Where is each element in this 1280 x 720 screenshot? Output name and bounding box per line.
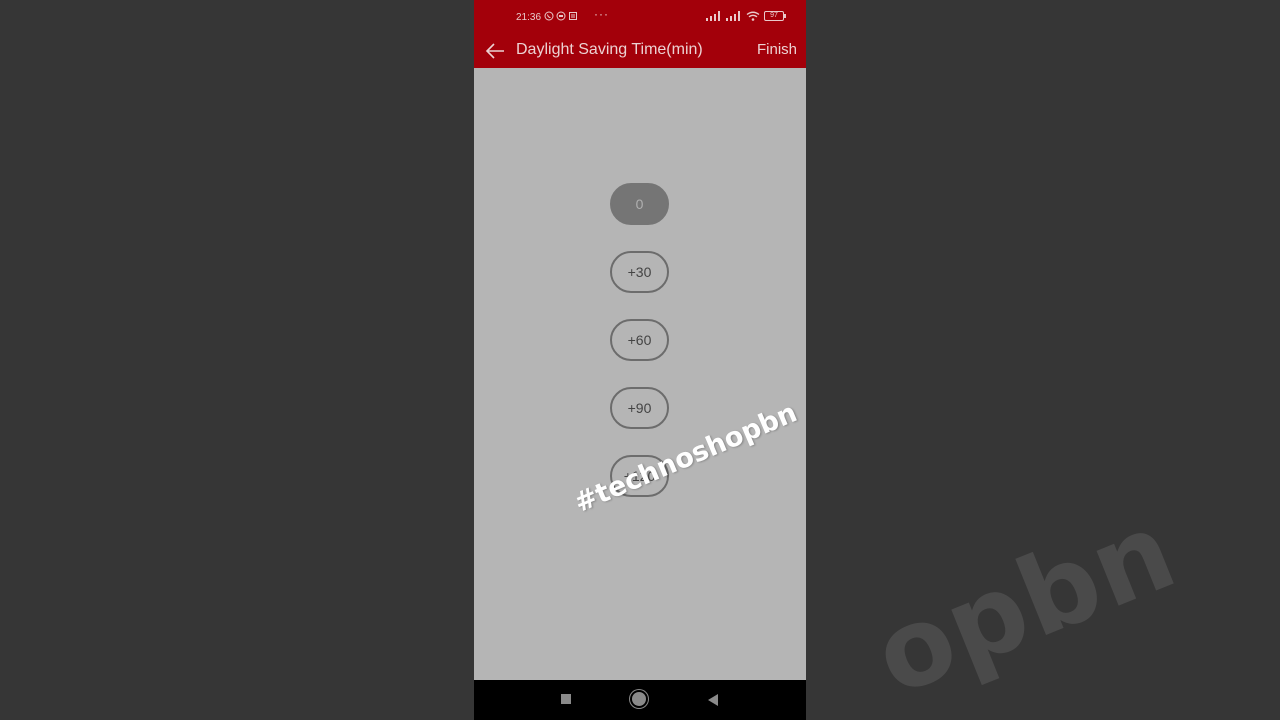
page-title: Daylight Saving Time(min) (516, 41, 703, 58)
option-0[interactable]: 0 (610, 183, 669, 225)
viber-icon (544, 11, 554, 21)
signal-icon (706, 11, 720, 21)
background-watermark: opbn (858, 488, 1193, 720)
watermark-overlay: #technoshopbn (569, 397, 802, 519)
back-triangle-icon[interactable] (708, 694, 718, 706)
finish-button[interactable]: Finish (757, 41, 797, 58)
status-bar: 21:36 ··· 97 (474, 0, 806, 36)
home-circle-icon[interactable] (632, 692, 646, 706)
app-notification-icon (556, 11, 566, 21)
signal-icon (726, 11, 740, 21)
app-bar: Daylight Saving Time(min) Finish (474, 36, 806, 68)
status-time: 21:36 (516, 12, 542, 23)
more-notifications-icon: ··· (594, 7, 609, 21)
status-indicators: 97 (706, 11, 786, 21)
option-plus-60[interactable]: +60 (610, 319, 669, 361)
phone-screen: 21:36 ··· 97 Daylight Saving Time(min) F… (474, 0, 806, 720)
recents-square-icon[interactable] (561, 694, 571, 704)
system-nav-bar (474, 680, 806, 720)
option-plus-90[interactable]: +90 (610, 387, 669, 429)
notification-icons (544, 11, 578, 21)
news-icon (569, 12, 577, 20)
battery-icon: 97 (764, 11, 786, 21)
back-arrow-icon[interactable] (484, 40, 506, 62)
dst-options-list: 0 +30 +60 +90 +120 (610, 183, 670, 497)
wifi-icon (746, 11, 760, 21)
option-plus-30[interactable]: +30 (610, 251, 669, 293)
